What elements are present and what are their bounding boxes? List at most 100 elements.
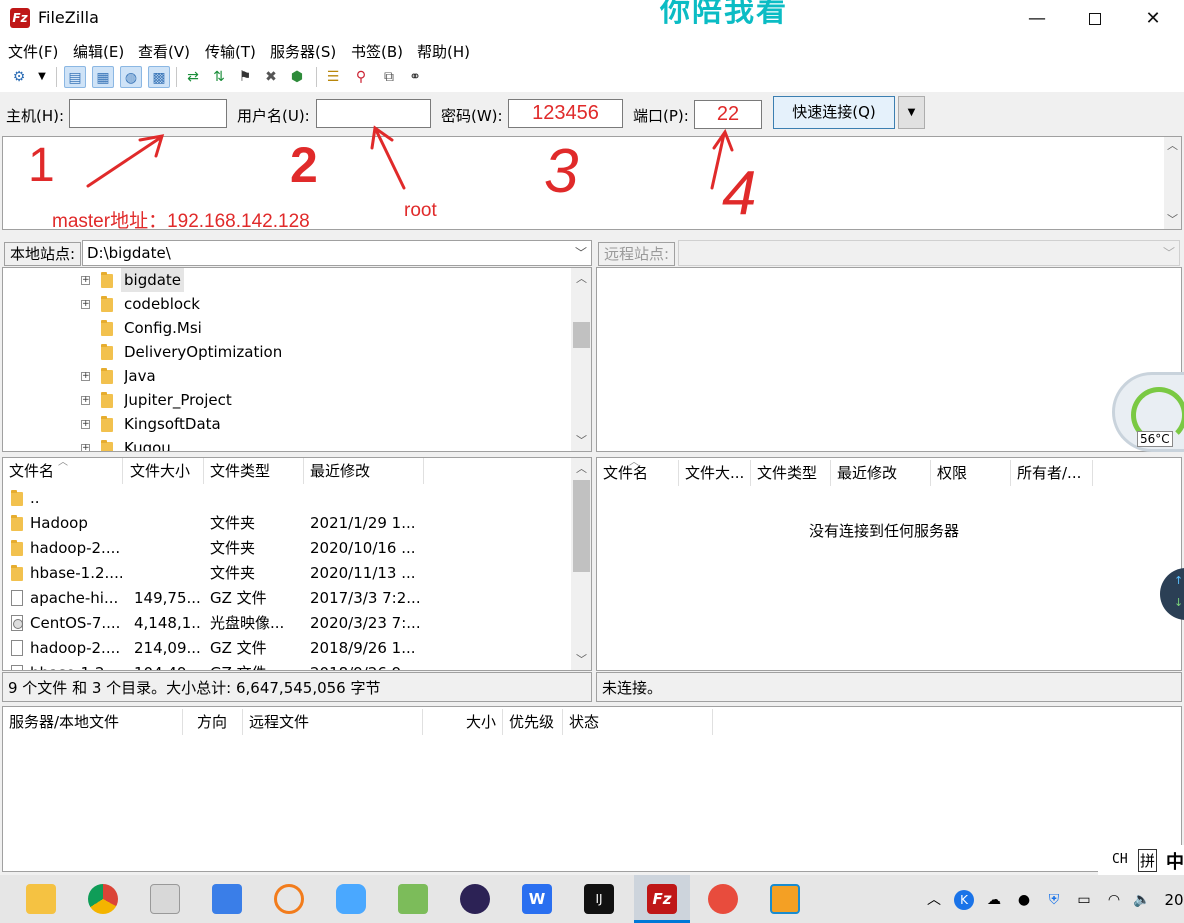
tree-item-kingsoftdata[interactable]: + KingsoftData bbox=[3, 412, 573, 436]
table-row[interactable]: hadoop-2.... 214,09... GZ 文件 2018/9/26 1... bbox=[3, 636, 569, 661]
local-directory-tree[interactable]: + bigdate + codeblock Config.Msi Deliver… bbox=[2, 267, 592, 452]
python-editor-icon[interactable] bbox=[150, 884, 180, 914]
temperature-gauge-widget[interactable]: 56°C bbox=[1112, 372, 1184, 452]
toggle-sync-browsing-icon[interactable]: ⚲ bbox=[350, 66, 372, 88]
table-row[interactable]: CentOS-7.... 4,148,1... 光盘映像... 2020/3/23 7… bbox=[3, 611, 569, 636]
col-header-modified[interactable]: 最近修改 bbox=[304, 458, 424, 484]
jupyter-icon[interactable] bbox=[274, 884, 304, 914]
col-header-size[interactable]: 大小 bbox=[423, 709, 503, 735]
file-explorer-icon[interactable] bbox=[26, 884, 56, 914]
tree-item-deliveryoptimization[interactable]: DeliveryOptimization bbox=[3, 340, 573, 364]
scroll-thumb[interactable] bbox=[573, 480, 590, 572]
table-row[interactable]: apache-hi... 149,75... GZ 文件 2017/3/3 7:2..… bbox=[3, 586, 569, 611]
scroll-up-icon[interactable]: ︿ bbox=[1164, 137, 1181, 154]
filezilla-taskbar-button[interactable]: Fz bbox=[634, 875, 690, 923]
site-manager-dropdown-icon[interactable]: ▼ bbox=[34, 66, 50, 88]
toggle-transfer-queue-icon[interactable]: ▩ bbox=[148, 66, 170, 88]
expand-icon[interactable]: + bbox=[81, 396, 90, 405]
transfer-queue[interactable]: 服务器/本地文件 方向 远程文件 大小 优先级 状态 bbox=[2, 706, 1182, 872]
tree-item-jupiter-project[interactable]: + Jupiter_Project bbox=[3, 388, 573, 412]
table-row[interactable]: hbase-1.2.... 文件夹 2020/11/13 ... bbox=[3, 561, 569, 586]
table-row[interactable]: hadoop-2.... 文件夹 2020/10/16 ... bbox=[3, 536, 569, 561]
site-manager-icon[interactable]: ⚙ bbox=[8, 66, 30, 88]
clock-partial[interactable]: 20 bbox=[1164, 890, 1184, 910]
toggle-local-tree-icon[interactable]: ▦ bbox=[92, 66, 114, 88]
col-header-filetype[interactable]: 文件类型 bbox=[204, 458, 304, 484]
vmware-icon[interactable] bbox=[770, 884, 800, 914]
log-scrollbar[interactable]: ︿ ﹀ bbox=[1164, 137, 1181, 229]
col-header-status[interactable]: 状态 bbox=[563, 709, 713, 735]
scroll-down-icon[interactable]: ﹀ bbox=[573, 432, 590, 449]
col-header-filename[interactable]: 文件名 ︿ bbox=[3, 458, 123, 484]
notepad-plus-icon[interactable] bbox=[398, 884, 428, 914]
qq-tray-icon[interactable]: ● bbox=[1014, 890, 1034, 910]
menu-file[interactable]: 文件(F) bbox=[8, 41, 58, 62]
table-row[interactable]: Hadoop 文件夹 2021/1/29 1... bbox=[3, 511, 569, 536]
expand-icon[interactable]: + bbox=[81, 276, 90, 285]
cancel-operation-icon[interactable]: ⚑ bbox=[234, 66, 256, 88]
tree-item-kugou[interactable]: + Kugou bbox=[3, 436, 573, 451]
local-path-input[interactable]: D:\bigdate\ ﹀ bbox=[82, 240, 592, 266]
col-header-owner[interactable]: 所有者/... bbox=[1011, 460, 1093, 486]
col-header-remote-file[interactable]: 远程文件 bbox=[243, 709, 423, 735]
menu-help[interactable]: 帮助(H) bbox=[417, 41, 470, 62]
menu-edit[interactable]: 编辑(E) bbox=[73, 41, 124, 62]
col-header-direction[interactable]: 方向 bbox=[191, 709, 243, 735]
directory-comparison-icon[interactable]: ⧉ bbox=[378, 66, 400, 88]
tree-item-bigdate[interactable]: + bigdate bbox=[3, 268, 573, 292]
table-row[interactable]: hbase-1.2.... 104,49... GZ 文件 2018/9/26 9:.… bbox=[3, 661, 569, 670]
expand-icon[interactable]: + bbox=[81, 372, 90, 381]
snail-app-icon[interactable] bbox=[708, 884, 738, 914]
baidu-netdisk-icon[interactable] bbox=[336, 884, 366, 914]
expand-icon[interactable]: + bbox=[81, 420, 90, 429]
process-queue-icon[interactable]: ⇅ bbox=[208, 66, 230, 88]
col-header-permissions[interactable]: 权限 bbox=[931, 460, 1011, 486]
tree-item-codeblock[interactable]: + codeblock bbox=[3, 292, 573, 316]
toggle-remote-tree-icon[interactable]: ◍ bbox=[120, 66, 142, 88]
tree-item-java[interactable]: + Java bbox=[3, 364, 573, 388]
remote-path-input[interactable]: ﹀ bbox=[678, 240, 1180, 266]
scroll-down-icon[interactable]: ﹀ bbox=[1164, 211, 1181, 228]
intellij-idea-icon[interactable]: IJ bbox=[584, 884, 614, 914]
eclipse-icon[interactable] bbox=[460, 884, 490, 914]
remote-file-list[interactable]: 文件名 ︿ 文件大... 文件类型 最近修改 权限 所有者/... 没有连接到任何… bbox=[596, 457, 1182, 671]
remote-path-dropdown-icon[interactable]: ﹀ bbox=[1163, 241, 1175, 265]
battery-icon[interactable]: ▭ bbox=[1074, 890, 1094, 910]
remote-directory-tree[interactable] bbox=[596, 267, 1182, 452]
expand-icon[interactable]: + bbox=[81, 444, 90, 451]
col-header-modified[interactable]: 最近修改 bbox=[831, 460, 931, 486]
volume-icon[interactable]: 🔈 bbox=[1132, 890, 1152, 910]
minimize-button[interactable]: — bbox=[1008, 0, 1066, 38]
expand-icon[interactable]: + bbox=[81, 300, 90, 309]
wps-icon[interactable]: W bbox=[522, 884, 552, 914]
scroll-up-icon[interactable]: ︿ bbox=[573, 270, 590, 287]
disconnect-icon[interactable]: ✖ bbox=[260, 66, 282, 88]
toggle-message-log-icon[interactable]: ▤ bbox=[64, 66, 86, 88]
local-path-dropdown-icon[interactable]: ﹀ bbox=[575, 241, 587, 265]
menu-view[interactable]: 查看(V) bbox=[138, 41, 190, 62]
reconnect-icon[interactable]: ⬢ bbox=[286, 66, 308, 88]
refresh-icon[interactable]: ⇄ bbox=[182, 66, 204, 88]
close-button[interactable]: ✕ bbox=[1124, 0, 1182, 38]
menu-server[interactable]: 服务器(S) bbox=[270, 41, 336, 62]
table-row[interactable]: .. bbox=[3, 486, 569, 511]
col-header-filesize[interactable]: 文件大小 bbox=[124, 458, 204, 484]
col-header-filename[interactable]: 文件名 ︿ bbox=[597, 458, 679, 486]
kugou-tray-icon[interactable]: K bbox=[954, 890, 974, 910]
directory-listing-filters-icon[interactable]: ☰ bbox=[322, 66, 344, 88]
scroll-up-icon[interactable]: ︿ bbox=[573, 460, 590, 477]
scroll-down-icon[interactable]: ﹀ bbox=[573, 651, 590, 668]
show-hidden-icons-icon[interactable]: ︿ bbox=[924, 890, 944, 910]
scroll-thumb[interactable] bbox=[573, 322, 590, 348]
ime-indicator[interactable]: CH 拼 中 bbox=[1098, 845, 1184, 875]
local-tree-scrollbar[interactable]: ︿ ﹀ bbox=[571, 268, 591, 451]
search-remote-files-icon[interactable]: ⚭ bbox=[404, 66, 426, 88]
maximize-button[interactable] bbox=[1066, 0, 1124, 38]
menu-bookmarks[interactable]: 书签(B) bbox=[351, 41, 403, 62]
col-header-priority[interactable]: 优先级 bbox=[503, 709, 563, 735]
col-header-filesize[interactable]: 文件大... bbox=[679, 460, 751, 486]
menu-transfer[interactable]: 传输(T) bbox=[205, 41, 256, 62]
local-file-list[interactable]: 文件名 ︿ 文件大小 文件类型 最近修改 .. Hadoop 文件夹 2021/1/29… bbox=[2, 457, 592, 671]
col-header-filetype[interactable]: 文件类型 bbox=[751, 460, 831, 486]
memo-app-icon[interactable] bbox=[212, 884, 242, 914]
